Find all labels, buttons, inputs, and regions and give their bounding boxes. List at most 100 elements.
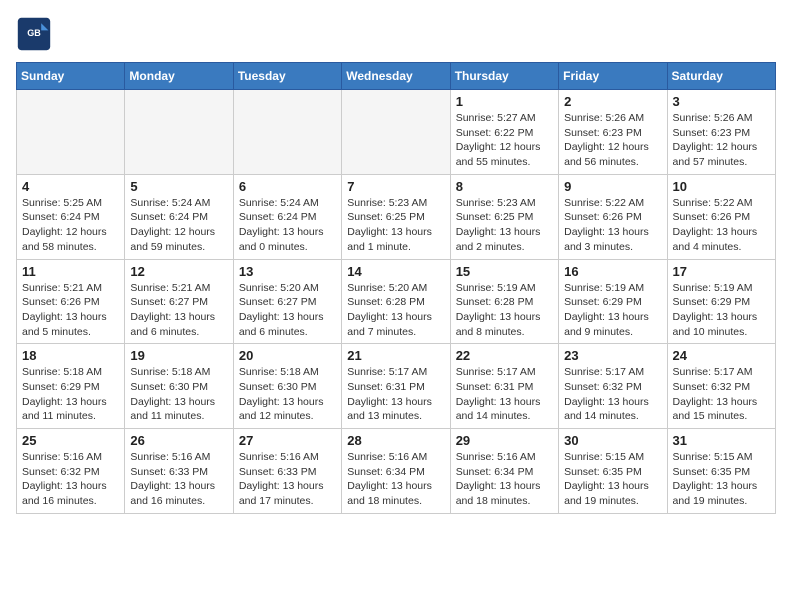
calendar-cell: 2 Sunrise: 5:26 AMSunset: 6:23 PMDaylight… [559,90,667,175]
day-info: Sunrise: 5:20 AMSunset: 6:27 PMDaylight:… [239,281,336,340]
weekday-header-saturday: Saturday [667,63,775,90]
calendar-cell: 19 Sunrise: 5:18 AMSunset: 6:30 PMDayligh… [125,344,233,429]
day-number: 31 [673,433,770,448]
calendar-week-2: 4 Sunrise: 5:25 AMSunset: 6:24 PMDaylight… [17,174,776,259]
day-info: Sunrise: 5:17 AMSunset: 6:32 PMDaylight:… [673,365,770,424]
calendar-cell: 16 Sunrise: 5:19 AMSunset: 6:29 PMDayligh… [559,259,667,344]
weekday-header-sunday: Sunday [17,63,125,90]
day-info: Sunrise: 5:16 AMSunset: 6:33 PMDaylight:… [130,450,227,509]
calendar-week-5: 25Sunrise: 5:16 AMSunset: 6:32 PMDayligh… [17,429,776,514]
day-number: 12 [130,264,227,279]
svg-text:GB: GB [27,28,41,38]
calendar-cell: 3Sunrise: 5:26 AMSunset: 6:23 PMDaylight… [667,90,775,175]
day-info: Sunrise: 5:26 AMSunset: 6:23 PMDaylight:… [564,111,661,170]
calendar-cell: 8Sunrise: 5:23 AMSunset: 6:25 PMDaylight… [450,174,558,259]
calendar-cell: 21 Sunrise: 5:17 AMSunset: 6:31 PMDayligh… [342,344,450,429]
day-info: Sunrise: 5:19 AMSunset: 6:29 PMDaylight:… [673,281,770,340]
logo: GB [16,16,58,52]
calendar-cell: 26Sunrise: 5:16 AMSunset: 6:33 PMDayligh… [125,429,233,514]
day-info: Sunrise: 5:19 AMSunset: 6:28 PMDaylight:… [456,281,553,340]
calendar-cell: 14 Sunrise: 5:20 AMSunset: 6:28 PMDayligh… [342,259,450,344]
calendar-table: SundayMondayTuesdayWednesdayThursdayFrid… [16,62,776,514]
day-number: 15 [456,264,553,279]
day-info: Sunrise: 5:25 AMSunset: 6:24 PMDaylight:… [22,196,119,255]
day-number: 4 [22,179,119,194]
calendar-cell: 29 Sunrise: 5:16 AMSunset: 6:34 PMDayligh… [450,429,558,514]
day-info: Sunrise: 5:23 AMSunset: 6:25 PMDaylight:… [456,196,553,255]
day-number: 27 [239,433,336,448]
calendar-week-1: 1 Sunrise: 5:27 AMSunset: 6:22 PMDaylight… [17,90,776,175]
calendar-cell [342,90,450,175]
page-header: GB [16,16,776,52]
day-number: 19 [130,348,227,363]
day-number: 7 [347,179,444,194]
day-info: Sunrise: 5:15 AMSunset: 6:35 PMDaylight:… [564,450,661,509]
calendar-week-4: 18 Sunrise: 5:18 AMSunset: 6:29 PMDayligh… [17,344,776,429]
calendar-cell [17,90,125,175]
day-number: 2 [564,94,661,109]
day-number: 3 [673,94,770,109]
calendar-cell: 5Sunrise: 5:24 AMSunset: 6:24 PMDaylight… [125,174,233,259]
weekday-header-wednesday: Wednesday [342,63,450,90]
calendar-cell: 22Sunrise: 5:17 AMSunset: 6:31 PMDayligh… [450,344,558,429]
day-number: 30 [564,433,661,448]
calendar-cell: 10 Sunrise: 5:22 AMSunset: 6:26 PMDayligh… [667,174,775,259]
day-info: Sunrise: 5:23 AMSunset: 6:25 PMDaylight:… [347,196,444,255]
day-number: 29 [456,433,553,448]
day-info: Sunrise: 5:24 AMSunset: 6:24 PMDaylight:… [130,196,227,255]
calendar-cell: 1 Sunrise: 5:27 AMSunset: 6:22 PMDaylight… [450,90,558,175]
day-number: 13 [239,264,336,279]
calendar-cell: 4 Sunrise: 5:25 AMSunset: 6:24 PMDaylight… [17,174,125,259]
day-info: Sunrise: 5:24 AMSunset: 6:24 PMDaylight:… [239,196,336,255]
calendar-body: 1 Sunrise: 5:27 AMSunset: 6:22 PMDaylight… [17,90,776,514]
calendar-cell: 24Sunrise: 5:17 AMSunset: 6:32 PMDayligh… [667,344,775,429]
day-number: 23 [564,348,661,363]
calendar-week-3: 11Sunrise: 5:21 AMSunset: 6:26 PMDayligh… [17,259,776,344]
calendar-cell: 11Sunrise: 5:21 AMSunset: 6:26 PMDayligh… [17,259,125,344]
day-info: Sunrise: 5:22 AMSunset: 6:26 PMDaylight:… [673,196,770,255]
calendar-cell: 6Sunrise: 5:24 AMSunset: 6:24 PMDaylight… [233,174,341,259]
calendar-cell: 15 Sunrise: 5:19 AMSunset: 6:28 PMDayligh… [450,259,558,344]
calendar-cell: 25Sunrise: 5:16 AMSunset: 6:32 PMDayligh… [17,429,125,514]
day-info: Sunrise: 5:18 AMSunset: 6:30 PMDaylight:… [239,365,336,424]
day-number: 16 [564,264,661,279]
weekday-header-friday: Friday [559,63,667,90]
day-info: Sunrise: 5:17 AMSunset: 6:31 PMDaylight:… [347,365,444,424]
day-number: 10 [673,179,770,194]
day-info: Sunrise: 5:21 AMSunset: 6:27 PMDaylight:… [130,281,227,340]
day-number: 22 [456,348,553,363]
day-info: Sunrise: 5:18 AMSunset: 6:30 PMDaylight:… [130,365,227,424]
day-info: Sunrise: 5:15 AMSunset: 6:35 PMDaylight:… [673,450,770,509]
day-number: 14 [347,264,444,279]
calendar-cell: 27 Sunrise: 5:16 AMSunset: 6:33 PMDayligh… [233,429,341,514]
day-number: 1 [456,94,553,109]
day-info: Sunrise: 5:18 AMSunset: 6:29 PMDaylight:… [22,365,119,424]
day-info: Sunrise: 5:16 AMSunset: 6:32 PMDaylight:… [22,450,119,509]
calendar-cell: 20 Sunrise: 5:18 AMSunset: 6:30 PMDayligh… [233,344,341,429]
calendar-cell: 18 Sunrise: 5:18 AMSunset: 6:29 PMDayligh… [17,344,125,429]
calendar-cell [125,90,233,175]
day-info: Sunrise: 5:19 AMSunset: 6:29 PMDaylight:… [564,281,661,340]
day-info: Sunrise: 5:16 AMSunset: 6:34 PMDaylight:… [456,450,553,509]
calendar-cell: 30 Sunrise: 5:15 AMSunset: 6:35 PMDayligh… [559,429,667,514]
day-number: 20 [239,348,336,363]
calendar-cell: 28 Sunrise: 5:16 AMSunset: 6:34 PMDayligh… [342,429,450,514]
day-number: 11 [22,264,119,279]
weekday-header-tuesday: Tuesday [233,63,341,90]
calendar-cell: 12 Sunrise: 5:21 AMSunset: 6:27 PMDayligh… [125,259,233,344]
day-number: 9 [564,179,661,194]
weekday-header-row: SundayMondayTuesdayWednesdayThursdayFrid… [17,63,776,90]
day-info: Sunrise: 5:16 AMSunset: 6:33 PMDaylight:… [239,450,336,509]
calendar-cell [233,90,341,175]
weekday-header-thursday: Thursday [450,63,558,90]
day-info: Sunrise: 5:20 AMSunset: 6:28 PMDaylight:… [347,281,444,340]
calendar-cell: 13 Sunrise: 5:20 AMSunset: 6:27 PMDayligh… [233,259,341,344]
day-number: 21 [347,348,444,363]
day-info: Sunrise: 5:27 AMSunset: 6:22 PMDaylight:… [456,111,553,170]
day-number: 18 [22,348,119,363]
calendar-cell: 31 Sunrise: 5:15 AMSunset: 6:35 PMDayligh… [667,429,775,514]
calendar-cell: 9Sunrise: 5:22 AMSunset: 6:26 PMDaylight… [559,174,667,259]
calendar-cell: 7 Sunrise: 5:23 AMSunset: 6:25 PMDaylight… [342,174,450,259]
day-number: 28 [347,433,444,448]
day-info: Sunrise: 5:16 AMSunset: 6:34 PMDaylight:… [347,450,444,509]
